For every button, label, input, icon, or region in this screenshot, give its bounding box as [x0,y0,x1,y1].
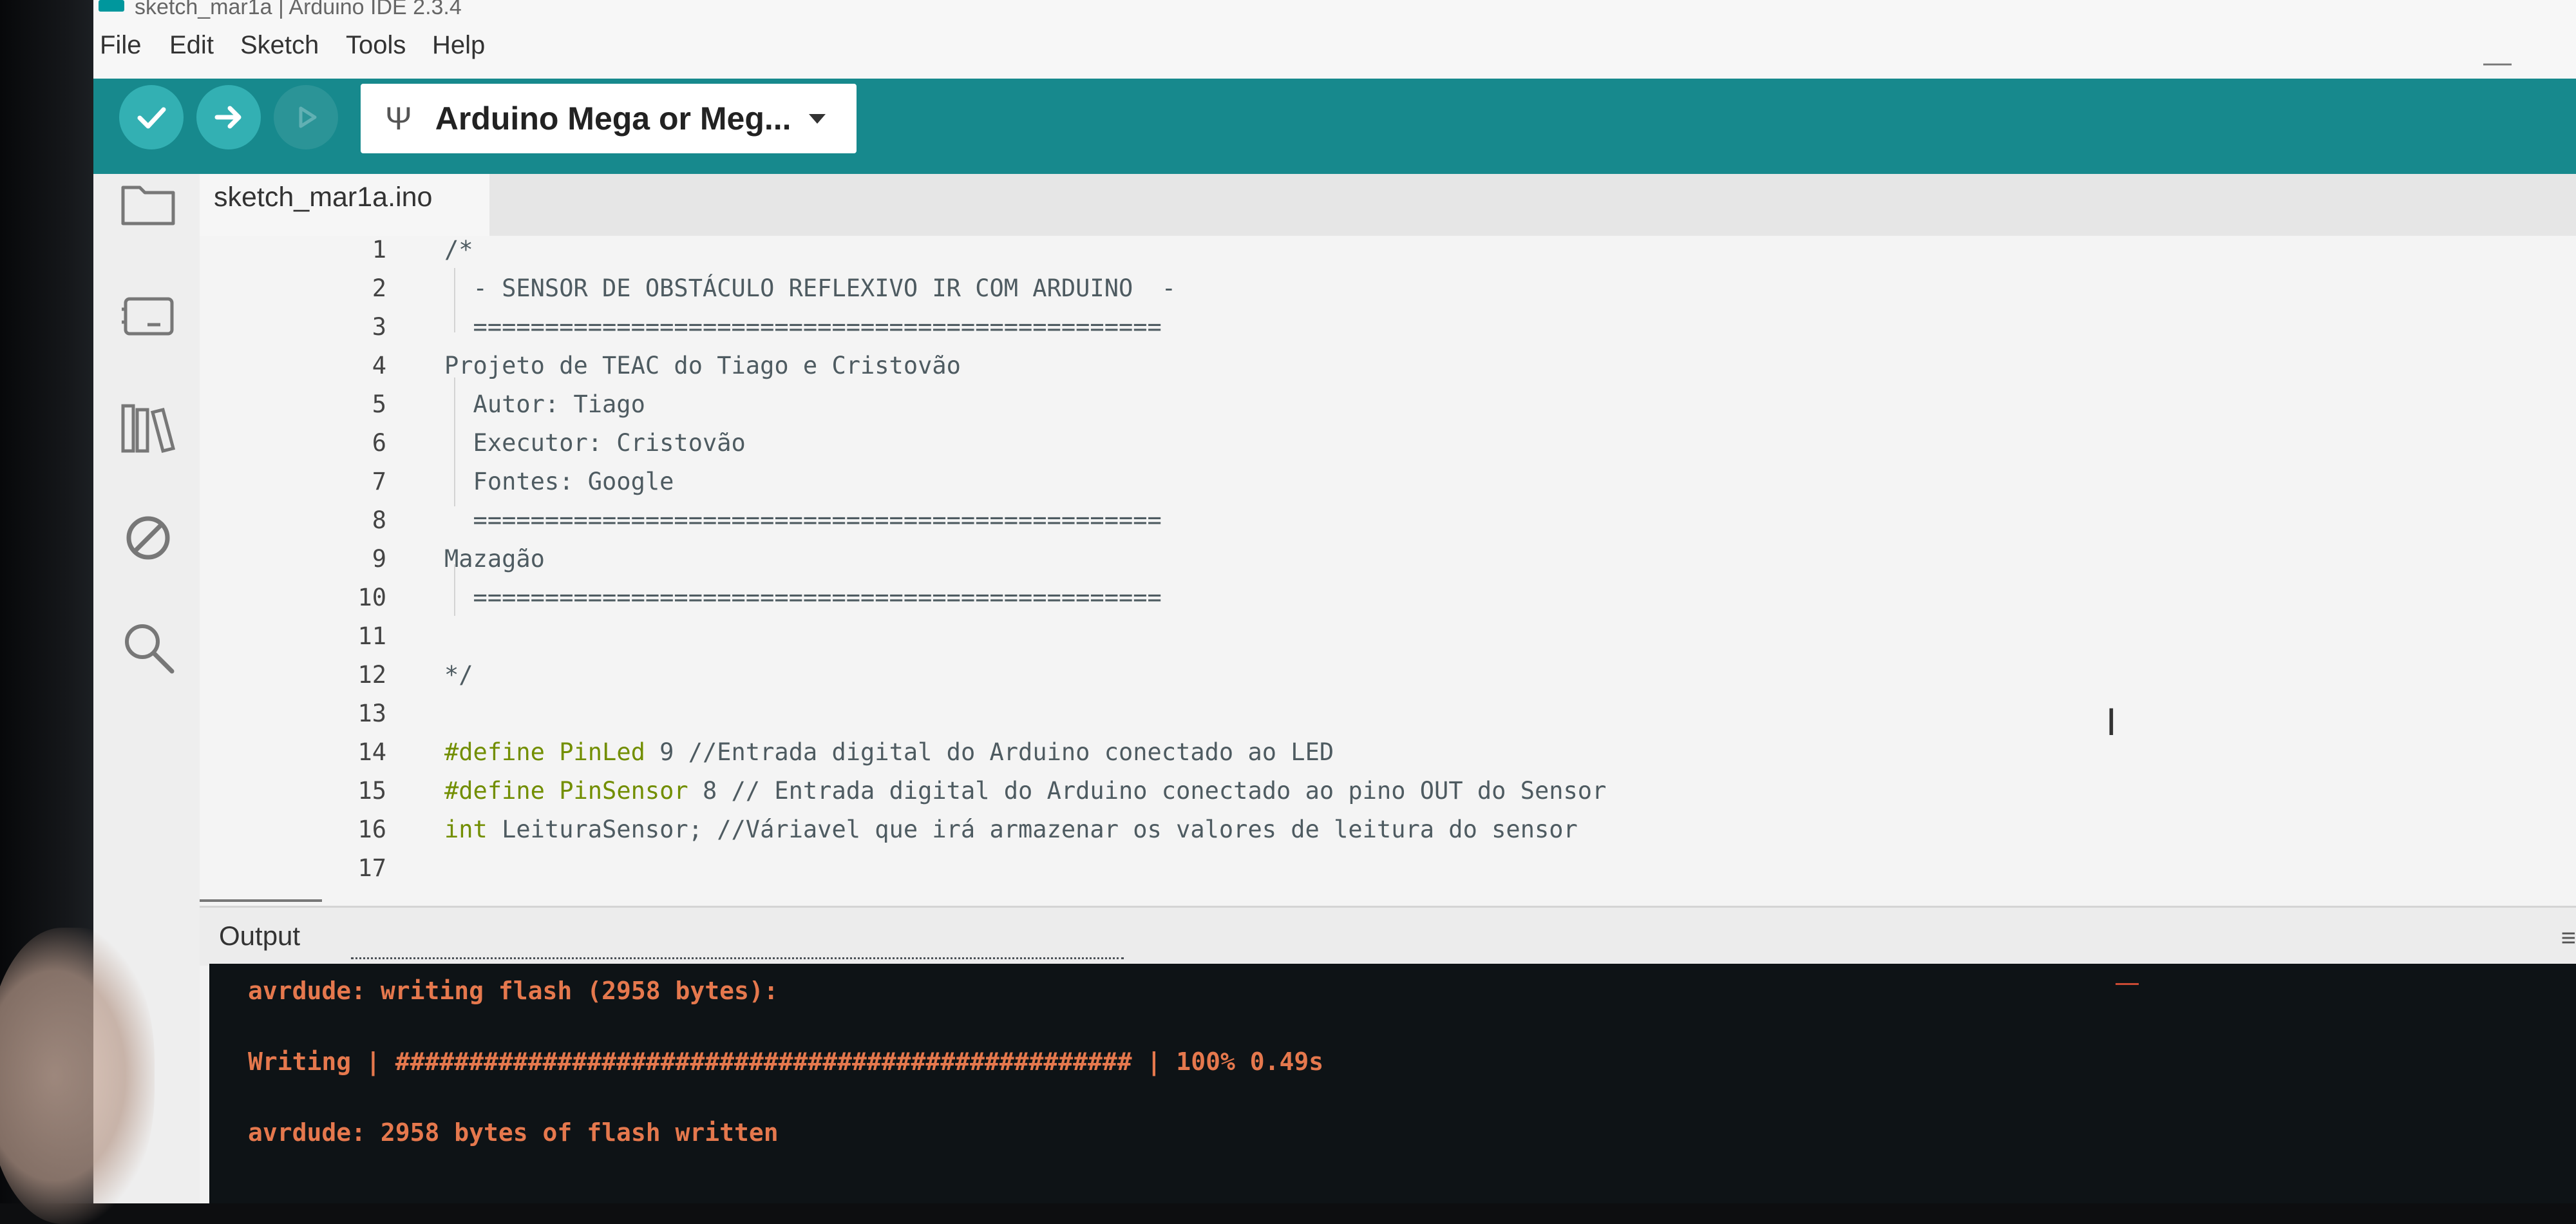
arduino-app-icon [99,0,124,12]
keyword: int [444,816,488,843]
debug-button[interactable] [274,85,338,149]
line-number: 4 [372,352,386,379]
board-selector[interactable]: Ψ Arduino Mega or Meg... [361,84,857,153]
console-line: Writing | ##############################… [248,1047,1324,1076]
code-line: ========================================… [444,313,1162,341]
title-bar: sketch_mar1a | Arduino IDE 2.3.4 [93,0,2576,21]
code-line: - SENSOR DE OBSTÁCULO REFLEXIVO IR COM A… [444,274,1177,302]
line-number: 2 [372,274,386,302]
search-icon[interactable] [119,618,177,676]
line-number: 9 [372,545,386,573]
library-icon[interactable] [119,399,177,457]
line-number: 7 [372,468,386,495]
code-line: Autor: Tiago [444,390,645,418]
toolbar: Ψ Arduino Mega or Meg... [93,79,2576,174]
horizontal-scrollbar[interactable] [200,899,322,902]
output-label: Output [219,921,301,951]
identifier: PinSensor [544,777,688,805]
clipped-text [351,957,1124,966]
code-line: /* [444,236,473,263]
debug-ban-icon[interactable] [119,509,177,567]
line-number: 14 [357,738,386,766]
text-cursor-icon: I [2106,700,2117,743]
chevron-down-icon [809,114,826,124]
line-number: 13 [357,700,386,727]
verify-button[interactable] [119,85,184,149]
output-menu-icon[interactable]: ≡ [2561,924,2576,953]
usb-icon: Ψ [385,100,412,137]
line-number: 3 [372,313,386,341]
line-number: 6 [372,429,386,457]
menu-file[interactable]: File [100,31,141,60]
code-line: ========================================… [444,584,1162,611]
console-line: avrdude: 2958 bytes of flash written [248,1118,779,1147]
arrow-right-icon [214,106,242,129]
code-line: Projeto de TEAC do Tiago e Cristovão [444,352,961,379]
line-number: 5 [372,390,386,418]
upload-button[interactable] [196,85,261,149]
menu-bar: File Edit Sketch Tools Help — [93,21,2576,79]
line-number: 12 [357,661,386,689]
output-console[interactable]: avrdude: writing flash (2958 bytes): Wri… [209,957,2576,1203]
board-name: Arduino Mega or Meg... [435,100,791,137]
code-line: Executor: Cristovão [444,429,746,457]
menu-help[interactable]: Help [432,31,485,60]
tab-bar: sketch_mar1a.ino [200,174,2576,236]
code-line: */ [444,661,473,689]
line-number: 15 [357,777,386,805]
code-editor[interactable]: 1 /* 2 - SENSOR DE OBSTÁCULO REFLEXIVO I… [200,236,2576,906]
check-icon [137,107,166,129]
keyword: #define [444,777,545,805]
tab-sketch[interactable]: sketch_mar1a.ino [200,174,489,236]
window-title: sketch_mar1a | Arduino IDE 2.3.4 [135,0,462,19]
menu-tools[interactable]: Tools [346,31,406,60]
code-text: LeituraSensor; //Váriavel que irá armaze… [487,816,1578,843]
line-number: 11 [357,622,386,650]
code-line: Mazagão [444,545,545,573]
code-line: #define PinSensor 8 // Entrada digital d… [444,777,1606,805]
menu-sketch[interactable]: Sketch [240,31,319,60]
console-marker [2116,983,2139,985]
console-line: avrdude: writing flash (2958 bytes): [248,977,779,1005]
folder-icon[interactable] [119,177,177,229]
line-number: 17 [357,854,386,882]
identifier: PinLed [544,738,645,766]
code-line: ========================================… [444,506,1162,534]
code-line: Fontes: Google [444,468,674,495]
code-text: 9 //Entrada digital do Arduino conectado… [645,738,1334,766]
code-line: #define PinLed 9 //Entrada digital do Ar… [444,738,1334,766]
line-number: 16 [357,816,386,843]
debug-icon [299,106,317,128]
menu-edit[interactable]: Edit [169,31,214,60]
arduino-ide-window: sketch_mar1a | Arduino IDE 2.3.4 File Ed… [93,0,2576,1203]
minimize-button[interactable]: — [2483,46,2512,79]
line-number: 10 [357,584,386,611]
code-line: int LeituraSensor; //Váriavel que irá ar… [444,816,1578,843]
board-icon[interactable] [119,290,177,341]
code-text: 8 // Entrada digital do Arduino conectad… [688,777,1607,805]
line-number: 8 [372,506,386,534]
line-number: 1 [372,236,386,263]
finger-blur [0,928,155,1224]
keyword: #define [444,738,545,766]
